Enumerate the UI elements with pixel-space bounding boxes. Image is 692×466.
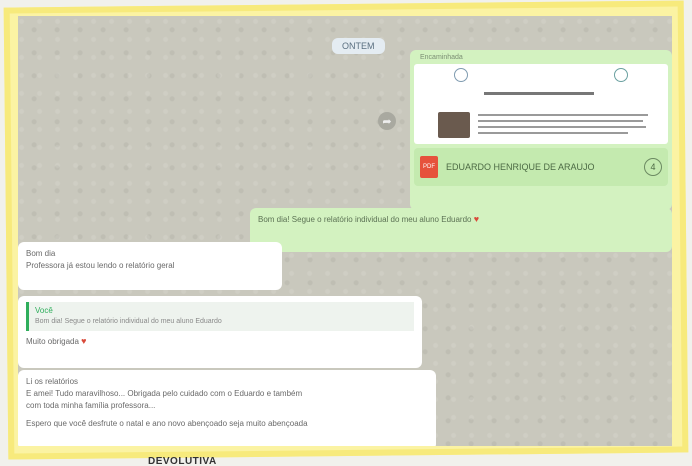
document-text-line (478, 126, 646, 128)
document-text-line (478, 120, 643, 122)
message-line: Espero que você desfrute o natal e ano n… (26, 419, 308, 428)
outgoing-message[interactable]: Bom dia! Segue o relatório individual do… (250, 208, 672, 252)
incoming-message[interactable]: Li os relatórios E amei! Tudo maravilhos… (18, 370, 436, 446)
document-file-row[interactable]: PDF EDUARDO HENRIQUE DE ARAUJO 4 (414, 148, 668, 186)
message-line: E amei! Tudo maravilhoso... Obrigada pel… (26, 389, 303, 398)
message-text: Bom dia! Segue o relatório individual do… (258, 215, 472, 224)
message-line: Bom dia (26, 249, 56, 258)
incoming-message[interactable]: Bom dia Professora já estou lendo o rela… (18, 242, 282, 290)
forwarded-label: Encaminhada (420, 54, 463, 61)
forward-icon[interactable]: ➦ (378, 112, 396, 130)
seal-icon (454, 68, 468, 82)
page-count[interactable]: 4 (644, 158, 662, 176)
forwarded-document-bubble[interactable]: Encaminhada PDF EDUARDO HENRIQUE DE ARAU… (410, 50, 672, 210)
seal-icon (614, 68, 628, 82)
message-text: Muito obrigada (26, 336, 79, 346)
document-text-line (478, 114, 648, 116)
chat-area[interactable]: ONTEM ➦ Encaminhada PDF EDUARDO HENRIQUE… (18, 16, 672, 446)
incoming-reply-message[interactable]: Você Bom dia! Segue o relatório individu… (18, 296, 422, 368)
document-text-line (478, 132, 628, 134)
message-line: Professora já estou lendo o relatório ge… (26, 261, 175, 270)
photo-caption: DEVOLUTIVA (148, 456, 217, 466)
quote-author: Você (35, 306, 53, 315)
student-portrait (438, 112, 470, 138)
document-title-line (484, 92, 594, 95)
heart-emoji: ♥ (81, 335, 87, 346)
quoted-message[interactable]: Você Bom dia! Segue o relatório individu… (26, 302, 414, 331)
message-line: Li os relatórios (26, 377, 79, 386)
date-separator: ONTEM (332, 38, 385, 54)
document-file-name: EDUARDO HENRIQUE DE ARAUJO (446, 162, 595, 172)
heart-emoji: ♥ (473, 214, 480, 224)
pdf-icon: PDF (420, 156, 438, 178)
quote-text: Bom dia! Segue o relatório individual do… (35, 318, 222, 325)
message-line: com toda minha família professora... (26, 401, 156, 410)
document-preview[interactable] (414, 64, 668, 144)
